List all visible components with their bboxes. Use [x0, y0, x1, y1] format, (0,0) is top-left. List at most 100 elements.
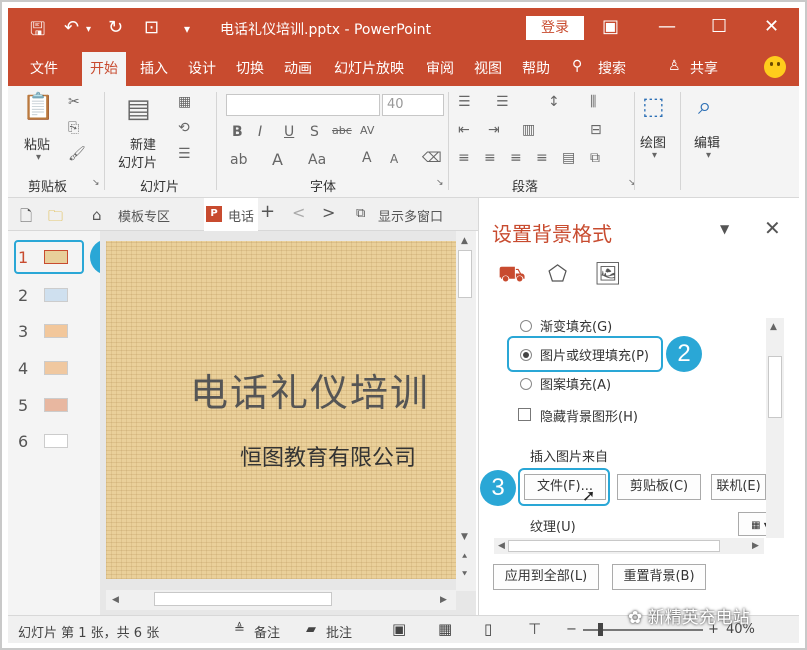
shrink-font-icon[interactable]: A	[390, 152, 398, 166]
clear-format-icon[interactable]: ⌫	[422, 150, 442, 166]
normal-view-icon[interactable]: ▣	[392, 620, 406, 638]
font-color-icon[interactable]: A	[272, 150, 283, 169]
forward-icon[interactable]: >	[322, 203, 335, 222]
char-spacing-icon[interactable]: AV	[360, 124, 374, 137]
drawing-label[interactable]: 绘图	[640, 132, 666, 151]
reset-icon[interactable]: ⟲	[178, 120, 190, 136]
customize-toolbar-icon[interactable]: ▾	[184, 22, 190, 36]
font-launcher-icon[interactable]: ↘	[436, 178, 444, 188]
thumbnail-number[interactable]: 6	[18, 432, 28, 451]
slide-sorter-icon[interactable]: ▦	[438, 620, 452, 638]
pane-close-icon[interactable]: ✕	[764, 216, 781, 240]
tab-review[interactable]: 审阅	[426, 58, 454, 78]
present-icon[interactable]: ⊡	[144, 17, 159, 38]
line-spacing-icon[interactable]: ↕	[548, 94, 560, 110]
tab-home[interactable]: 开始	[82, 52, 126, 86]
save-icon[interactable]: 🖫	[30, 17, 45, 47]
slide-thumbnail-4[interactable]	[44, 361, 68, 375]
tab-help[interactable]: 帮助	[522, 58, 550, 78]
pane-hscroll-thumb[interactable]	[508, 540, 720, 552]
undo-dropdown-icon[interactable]: ▾	[86, 24, 91, 35]
fill-bucket-icon[interactable]: ⛟	[498, 262, 526, 290]
columns-icon[interactable]: ▥	[522, 122, 535, 138]
editing-dropdown-icon[interactable]: ▾	[706, 150, 711, 161]
paste-label[interactable]: 粘贴	[24, 134, 50, 153]
editing-label[interactable]: 编辑	[694, 132, 720, 151]
pane-scroll-thumb[interactable]	[768, 356, 782, 418]
scroll-up-icon[interactable]: ▲	[461, 236, 468, 246]
bold-icon[interactable]: B	[232, 124, 243, 140]
pane-options-icon[interactable]: ▼	[720, 222, 729, 236]
apply-to-all-button[interactable]: 应用到全部(L)	[493, 564, 599, 590]
document-tab-label[interactable]: 电话	[228, 206, 254, 225]
find-magnifier-icon[interactable]: ⌕	[698, 92, 711, 120]
strikethrough-icon[interactable]: abc	[332, 124, 352, 137]
slide-thumbnail-5[interactable]	[44, 398, 68, 412]
multi-window-icon[interactable]: ⧉	[356, 206, 365, 221]
new-slide-label-1[interactable]: 新建	[130, 134, 156, 153]
pane-scroll-right-icon[interactable]: ▶	[752, 541, 759, 551]
effects-pentagon-icon[interactable]: ⬠	[548, 262, 567, 287]
tab-file[interactable]: 文件	[30, 58, 58, 78]
align-text-icon[interactable]: ⊟	[590, 122, 602, 138]
drawing-shapes-icon[interactable]: ⬚	[642, 92, 665, 120]
change-case-icon[interactable]: Aa	[308, 152, 326, 168]
person-icon[interactable]: ♙	[668, 58, 681, 74]
reading-view-icon[interactable]: ▯	[484, 620, 492, 638]
reset-background-button[interactable]: 重置背景(B)	[612, 564, 706, 590]
font-size-box[interactable]: 40	[382, 94, 444, 116]
pane-scroll-up-icon[interactable]: ▲	[770, 322, 777, 332]
section-icon[interactable]: ☰	[178, 146, 191, 162]
search-icon[interactable]: ⚲	[572, 58, 582, 74]
zoom-out-icon[interactable]: −	[566, 622, 577, 637]
hide-background-checkbox[interactable]	[518, 408, 531, 421]
folder-icon[interactable]: 🗀	[48, 206, 63, 231]
picture-icon[interactable]: 🖼	[594, 262, 622, 287]
justify-icon[interactable]: ≡	[536, 150, 548, 166]
tab-view[interactable]: 视图	[474, 58, 502, 78]
tab-animations[interactable]: 动画	[284, 58, 312, 78]
align-center-icon[interactable]: ≡	[484, 150, 496, 166]
paste-icon[interactable]: 📋	[22, 92, 54, 122]
shadow-icon[interactable]: S	[310, 124, 319, 140]
layout-icon[interactable]: ▦	[178, 94, 191, 110]
gradient-fill-radio[interactable]	[520, 320, 532, 332]
tab-transitions[interactable]: 切换	[236, 58, 264, 78]
multi-window-label[interactable]: 显示多窗口	[378, 206, 443, 225]
new-slide-icon[interactable]: ▤	[126, 94, 151, 124]
notes-icon[interactable]: ≜	[234, 622, 245, 637]
scroll-left-icon[interactable]: ◀	[112, 595, 119, 605]
slide-hscroll-thumb[interactable]	[154, 592, 332, 606]
thumbnail-number[interactable]: 4	[18, 359, 28, 378]
pattern-fill-label[interactable]: 图案填充(A)	[540, 374, 611, 393]
pattern-fill-radio[interactable]	[520, 378, 532, 390]
back-icon[interactable]: <	[292, 203, 305, 222]
tab-design[interactable]: 设计	[188, 58, 216, 78]
grow-font-icon[interactable]: A	[362, 150, 372, 166]
notes-button[interactable]: 备注	[254, 622, 280, 641]
clipboard-launcher-icon[interactable]: ↘	[92, 178, 100, 188]
hide-background-label[interactable]: 隐藏背景图形(H)	[540, 406, 638, 425]
zoom-slider-knob[interactable]	[598, 623, 603, 636]
scroll-down-icon[interactable]: ▼	[461, 532, 468, 542]
format-painter-icon[interactable]: 🖌	[68, 146, 86, 162]
maximize-icon[interactable]: ☐	[711, 16, 727, 37]
undo-icon[interactable]: ↶	[64, 17, 79, 38]
share-button[interactable]: 共享	[690, 58, 718, 78]
thumbnail-number[interactable]: 2	[18, 286, 28, 305]
comments-button[interactable]: 批注	[326, 622, 352, 641]
scroll-right-icon[interactable]: ▶	[440, 595, 447, 605]
slide-thumbnail-3[interactable]	[44, 324, 68, 338]
increase-indent-icon[interactable]: ⇥	[488, 122, 500, 138]
prev-slide-icon[interactable]: ⯅	[461, 552, 468, 562]
tab-insert[interactable]: 插入	[140, 58, 168, 78]
redo-icon[interactable]: ↻	[108, 17, 123, 38]
numbering-icon[interactable]: ☰	[496, 94, 509, 110]
decrease-indent-icon[interactable]: ⇤	[458, 122, 470, 138]
align-right-icon[interactable]: ≡	[510, 150, 522, 166]
align-left-icon[interactable]: ≡	[458, 150, 470, 166]
thumbnail-number[interactable]: 5	[18, 396, 28, 415]
slide-thumbnail-2[interactable]	[44, 288, 68, 302]
pane-scroll-left-icon[interactable]: ◀	[498, 541, 505, 551]
home-icon[interactable]: ⌂	[92, 206, 102, 224]
